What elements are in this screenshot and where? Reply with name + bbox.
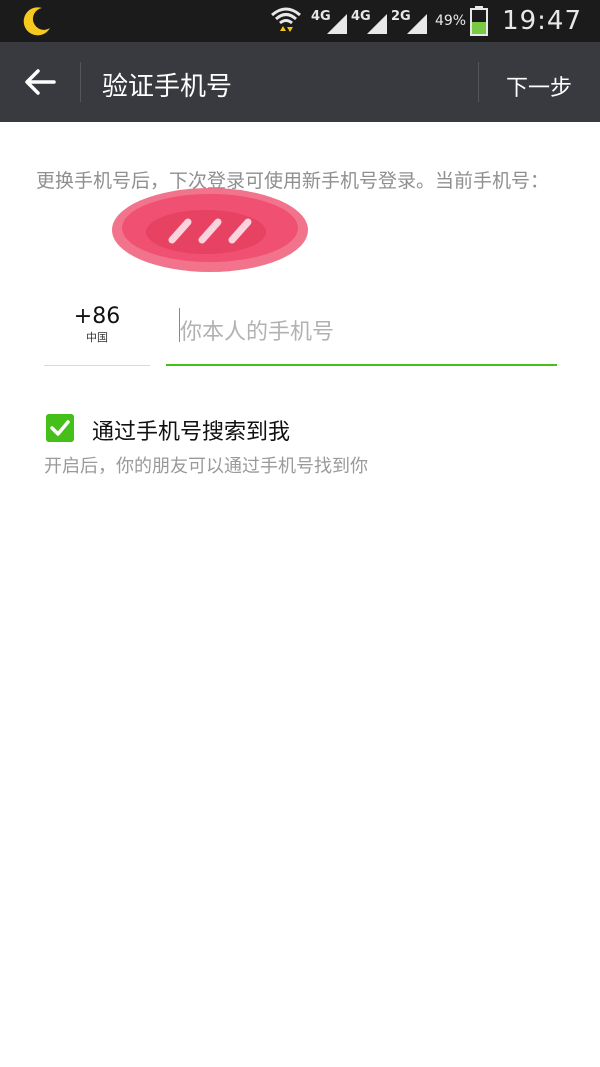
signal-icon xyxy=(326,14,347,34)
battery-percent: 49% xyxy=(434,13,467,29)
appbar-divider xyxy=(80,62,81,102)
status-bar: 4G 4G 2G 49% 19:47 xyxy=(0,0,600,42)
page-title: 验证手机号 xyxy=(102,72,233,102)
status-indicators: 4G 4G 2G 49% 19:47 xyxy=(269,0,582,42)
moon-icon xyxy=(23,7,50,36)
clock: 19:47 xyxy=(502,6,582,36)
wifi-icon xyxy=(270,7,301,32)
country-code: +86 xyxy=(73,304,121,329)
network-2g: 2G xyxy=(391,5,427,37)
text-cursor xyxy=(179,308,180,342)
network-4g-1: 4G xyxy=(311,5,347,37)
checkbox-label[interactable]: 通过手机号搜索到我 xyxy=(92,414,290,446)
app-bar: 验证手机号 下一步 xyxy=(0,42,600,122)
battery-icon xyxy=(470,6,489,36)
search-by-phone-checkbox[interactable] xyxy=(46,414,74,442)
appbar-divider xyxy=(478,62,479,102)
redaction-scribble xyxy=(112,188,308,272)
country-name: 中国 xyxy=(86,331,108,344)
next-button[interactable]: 下一步 xyxy=(506,70,572,102)
signal-icon xyxy=(366,14,387,34)
phone-input[interactable] xyxy=(166,300,557,366)
checkbox-description: 开启后，你的朋友可以通过手机号找到你 xyxy=(44,456,368,477)
signal-icon xyxy=(406,14,427,34)
country-code-selector[interactable]: +86 中国 xyxy=(44,300,150,366)
network-4g-2: 4G xyxy=(351,5,387,37)
back-arrow-icon[interactable] xyxy=(22,64,58,100)
